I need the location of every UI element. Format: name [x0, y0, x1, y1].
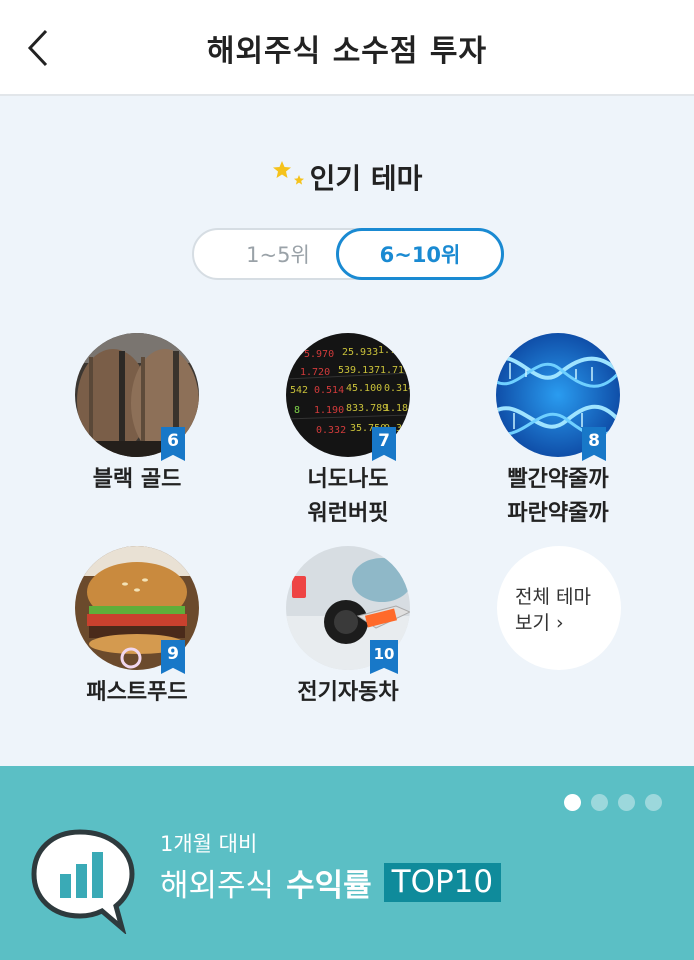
svg-text:0.332: 0.332: [316, 425, 346, 436]
carousel-dot-3[interactable]: [618, 794, 635, 811]
view-all-line1: 전체 테마: [515, 586, 591, 608]
carousel-indicator: [564, 794, 662, 811]
theme-image-stock-board: 5.970 25.933 1.71 1.720 539.137 1.710 542 0.5…: [286, 333, 410, 461]
rank-badge: 7: [372, 427, 396, 461]
theme-item-electric-car[interactable]: 10 전기자동차: [248, 546, 448, 710]
stars-icon: [272, 157, 308, 197]
banner-title: 해외주식 수익률 TOP10: [160, 860, 502, 905]
app-header: 해외주식 소수점 투자: [0, 0, 694, 96]
theme-image-dna: 8: [496, 333, 620, 461]
theme-label: 패스트푸드: [86, 680, 188, 705]
svg-text:1.180: 1.180: [384, 403, 410, 414]
svg-text:542: 542: [290, 385, 308, 396]
svg-text:45.100: 45.100: [346, 383, 382, 394]
theme-label: 전기자동차: [297, 680, 399, 705]
svg-text:833.789: 833.789: [346, 403, 388, 414]
toggle-option-6-10[interactable]: 6~10위: [336, 228, 504, 280]
banner-title-part1: 해외주식: [160, 868, 275, 904]
section-title: 인기 테마: [309, 162, 423, 195]
view-all-themes-button[interactable]: 전체 테마 보기 ›: [497, 546, 621, 670]
banner-subtitle: 1개월 대비: [160, 832, 258, 856]
svg-text:1.190: 1.190: [314, 405, 344, 416]
banner-title-part2: 수익률: [286, 868, 372, 904]
theme-section-header: 인기 테마: [0, 152, 694, 202]
theme-label: 빨간약줄까 파란약줄까: [507, 467, 609, 526]
carousel-dot-2[interactable]: [591, 794, 608, 811]
theme-label: 블랙 골드: [92, 467, 182, 492]
theme-label: 너도나도 워런버핏: [307, 467, 389, 526]
rank-toggle: 1~5위 6~10위: [192, 228, 504, 280]
view-all-line2: 보기 ›: [515, 612, 564, 634]
rank-badge: 10: [370, 640, 398, 674]
svg-text:0.514: 0.514: [314, 385, 344, 396]
rank-badge: 9: [161, 640, 185, 674]
svg-text:8: 8: [294, 405, 300, 416]
svg-text:0.314: 0.314: [384, 383, 410, 394]
svg-text:1.71: 1.71: [378, 345, 402, 356]
svg-text:25.933: 25.933: [342, 347, 378, 358]
top10-badge: TOP10: [383, 863, 502, 902]
rank-badge: 6: [161, 427, 185, 461]
theme-item-red-blue-pill[interactable]: 8 빨간약줄까 파란약줄까: [458, 333, 658, 531]
rank-badge: 8: [582, 427, 606, 461]
page-title: 해외주식 소수점 투자: [206, 34, 488, 69]
carousel-dot-4[interactable]: [645, 794, 662, 811]
theme-item-fast-food[interactable]: 9 패스트푸드: [37, 546, 237, 710]
theme-item-black-gold[interactable]: 6 블랙 골드: [37, 333, 237, 497]
theme-image-barrels: 6: [75, 333, 199, 461]
carousel-dot-1[interactable]: [564, 794, 581, 811]
promo-banner[interactable]: 1개월 대비 해외주식 수익률 TOP10: [0, 766, 694, 960]
theme-image-burger: 9: [75, 546, 199, 674]
svg-text:5.970: 5.970: [304, 349, 334, 360]
theme-image-ev-charger: 10: [286, 546, 410, 674]
svg-text:1.720: 1.720: [300, 367, 330, 378]
theme-item-warren-buffett[interactable]: 5.970 25.933 1.71 1.720 539.137 1.710 542 0.5…: [248, 333, 448, 531]
chat-bubble-chart-icon: [30, 824, 140, 936]
